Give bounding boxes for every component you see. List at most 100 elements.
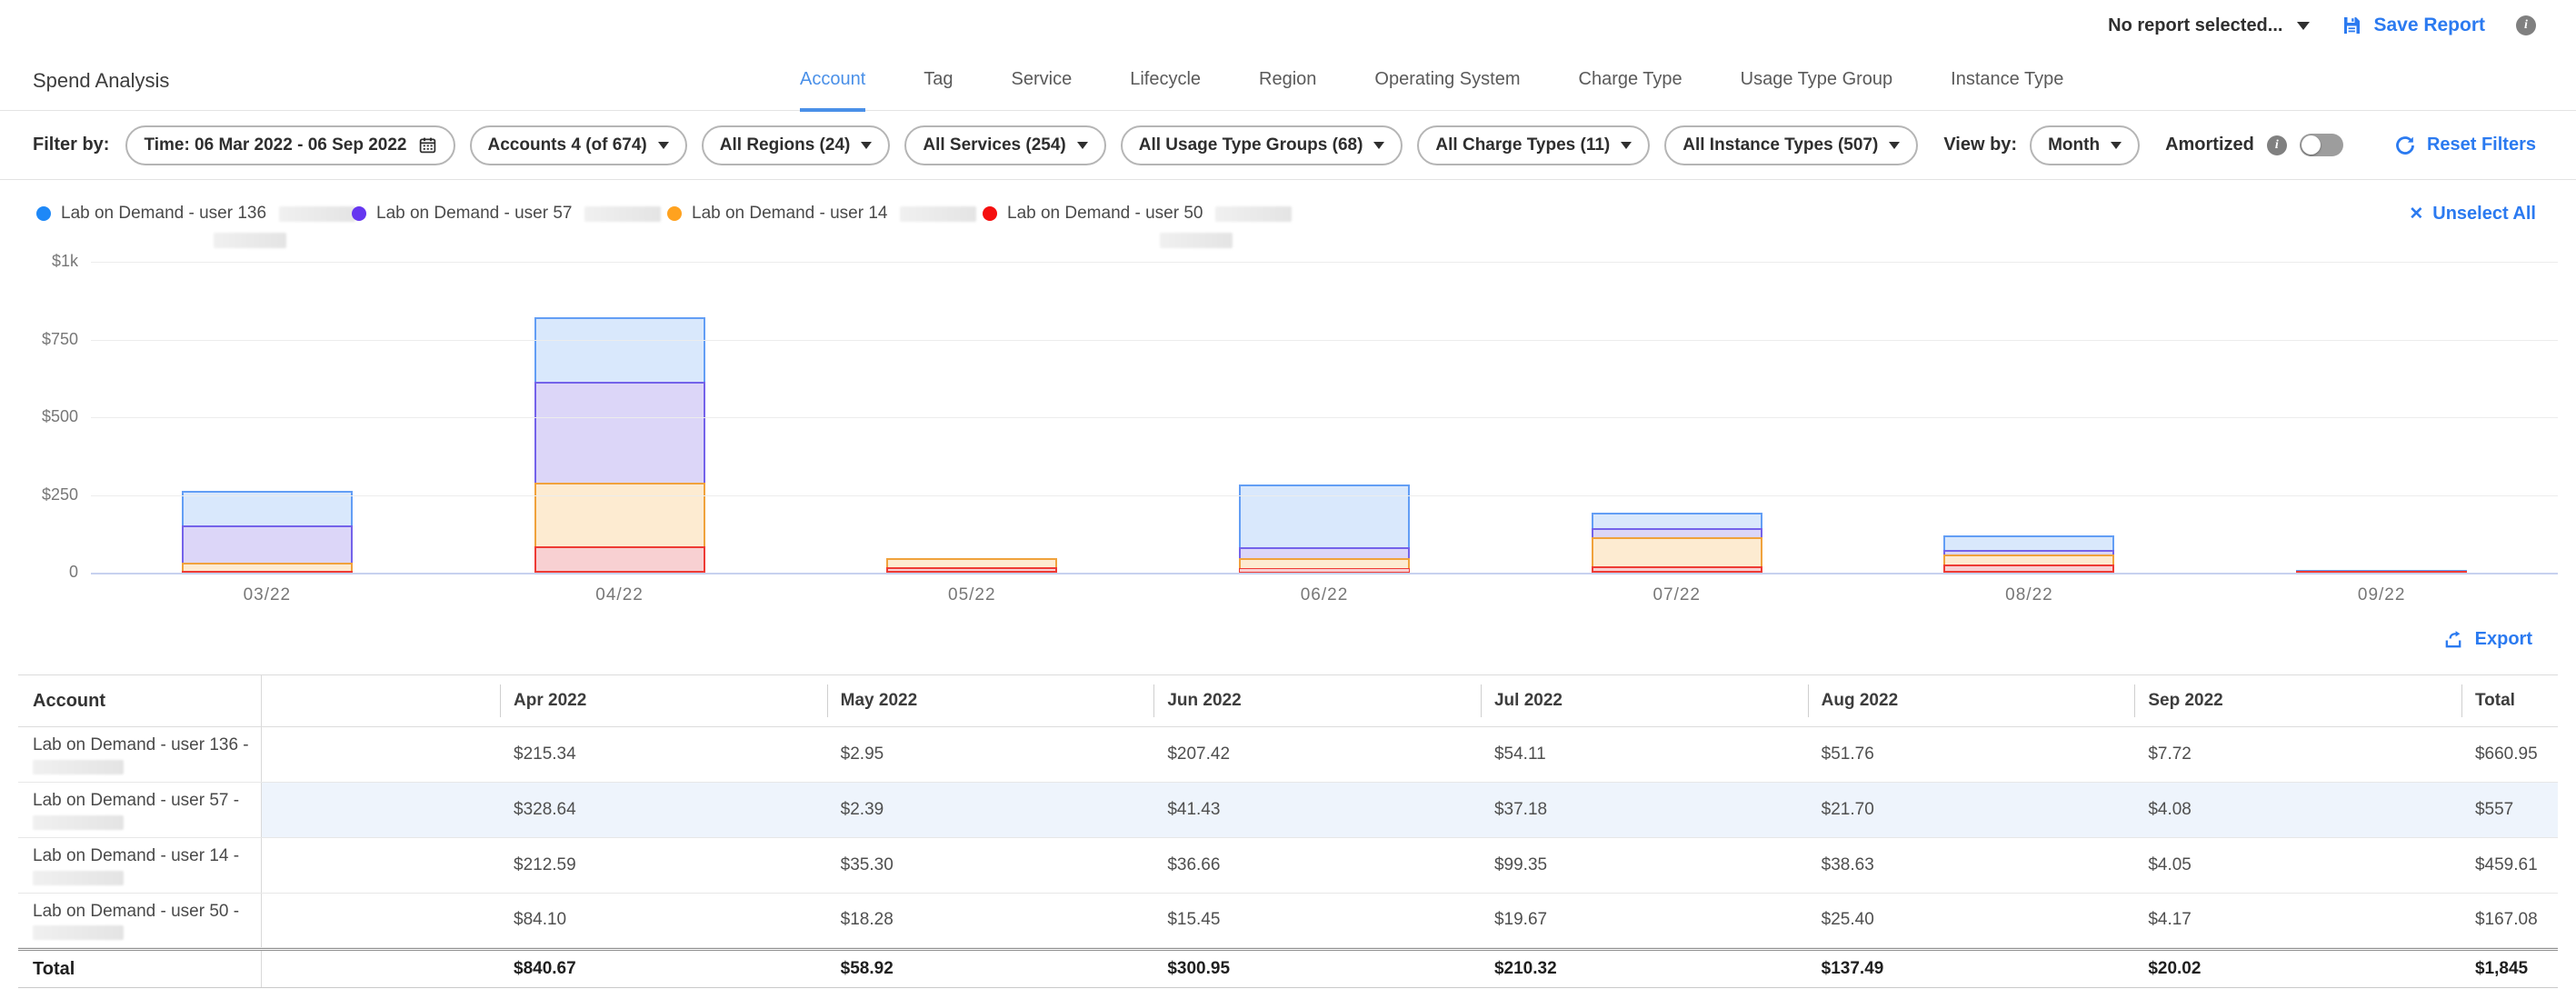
view-by-select[interactable]: Month bbox=[2030, 125, 2140, 165]
legend-label: Lab on Demand - user 57 bbox=[376, 204, 572, 224]
filter-pill[interactable]: All Instance Types (507) bbox=[1664, 125, 1918, 165]
x-axis-label: 07/22 bbox=[1501, 585, 1853, 605]
table-cell: $2.95 bbox=[827, 727, 1154, 782]
reset-filters-button[interactable]: Reset Filters bbox=[2394, 135, 2536, 156]
spend-table: AccountApr 2022May 2022Jun 2022Jul 2022A… bbox=[18, 674, 2558, 988]
legend-item[interactable]: Lab on Demand - user 136 bbox=[36, 204, 352, 224]
redacted-text bbox=[584, 206, 661, 222]
table-cell: $167.08 bbox=[2461, 894, 2558, 948]
tab-tag[interactable]: Tag bbox=[924, 51, 953, 112]
table-cell: $2.39 bbox=[827, 783, 1154, 837]
bar-segment[interactable] bbox=[534, 382, 705, 484]
table-cell: $4.08 bbox=[2134, 783, 2461, 837]
unselect-all-button[interactable]: ✕ Unselect All bbox=[2409, 204, 2536, 225]
bar-segment[interactable] bbox=[534, 546, 705, 573]
redacted-text bbox=[33, 925, 124, 940]
x-axis-label: 08/22 bbox=[1853, 585, 2206, 605]
toggle-knob bbox=[2301, 135, 2321, 155]
view-by-group: View by: Month bbox=[1943, 125, 2140, 165]
gridline bbox=[91, 417, 2558, 418]
tab-region[interactable]: Region bbox=[1259, 51, 1316, 112]
header-spacer bbox=[262, 675, 500, 726]
legend-item[interactable]: Lab on Demand - user 57 bbox=[352, 204, 667, 224]
table-cell: $557 bbox=[2461, 783, 2558, 837]
stacked-bar bbox=[1592, 513, 1762, 573]
info-icon[interactable]: i bbox=[2516, 15, 2536, 35]
stacked-bar bbox=[182, 491, 353, 573]
stacked-bar bbox=[886, 558, 1057, 573]
column-header: Apr 2022 bbox=[500, 684, 827, 717]
redacted-text bbox=[279, 206, 355, 222]
amortized-toggle[interactable] bbox=[2300, 134, 2343, 156]
save-report-button[interactable]: Save Report bbox=[2341, 15, 2485, 36]
legend-items: Lab on Demand - user 136 Lab on Demand - … bbox=[36, 204, 1298, 224]
row-spacer bbox=[262, 727, 500, 782]
table-cell: $54.11 bbox=[1481, 727, 1808, 782]
tab-instance-type[interactable]: Instance Type bbox=[1951, 51, 2063, 112]
filter-pill-label: All Charge Types (11) bbox=[1435, 135, 1610, 155]
filter-pill[interactable]: All Usage Type Groups (68) bbox=[1121, 125, 1403, 165]
table-cell: $99.35 bbox=[1481, 838, 1808, 893]
table-total-row: Total$840.67$58.92$300.95$210.32$137.49$… bbox=[18, 948, 2558, 988]
x-axis-label: 03/22 bbox=[91, 585, 444, 605]
export-button[interactable]: Export bbox=[2443, 629, 2532, 650]
legend-item[interactable]: Lab on Demand - user 14 bbox=[667, 204, 983, 224]
legend-item[interactable]: Lab on Demand - user 50 bbox=[983, 204, 1298, 224]
time-filter-pill[interactable]: Time: 06 Mar 2022 - 06 Sep 2022 bbox=[125, 125, 454, 165]
account-label: Lab on Demand - user 57 - bbox=[33, 791, 252, 811]
unselect-all-label: Unselect All bbox=[2432, 204, 2536, 225]
table-cell: $7.72 bbox=[2134, 727, 2461, 782]
filter-pill-label: All Regions (24) bbox=[720, 135, 851, 155]
export-row: Export bbox=[0, 613, 2576, 665]
filter-bar: Filter by: Time: 06 Mar 2022 - 06 Sep 20… bbox=[0, 111, 2576, 180]
title-row: Spend Analysis AccountTagServiceLifecycl… bbox=[0, 51, 2576, 111]
bar-segment[interactable] bbox=[1592, 566, 1762, 573]
filter-pill[interactable]: All Regions (24) bbox=[702, 125, 891, 165]
legend-dot bbox=[983, 206, 997, 221]
save-icon bbox=[2341, 15, 2362, 36]
filter-pill-label: All Instance Types (507) bbox=[1682, 135, 1878, 155]
column-header: Sep 2022 bbox=[2134, 684, 2461, 717]
filter-pill[interactable]: Accounts 4 (of 674) bbox=[470, 125, 687, 165]
table-row: Lab on Demand - user 50 -$84.10$18.28$15… bbox=[18, 894, 2558, 949]
row-spacer bbox=[262, 838, 500, 893]
chevron-down-icon bbox=[2297, 22, 2310, 30]
table-cell-total: $58.92 bbox=[827, 951, 1154, 987]
bar-segment[interactable] bbox=[534, 483, 705, 549]
filter-pill-label: All Services (254) bbox=[923, 135, 1065, 155]
amortized-label: Amortized bbox=[2165, 135, 2254, 155]
bar-segment[interactable] bbox=[1592, 537, 1762, 568]
column-header: Jun 2022 bbox=[1153, 684, 1481, 717]
table-cell: $84.10 bbox=[500, 894, 827, 948]
tab-operating-system[interactable]: Operating System bbox=[1374, 51, 1520, 112]
filter-pill[interactable]: All Charge Types (11) bbox=[1417, 125, 1650, 165]
table-cell: $37.18 bbox=[1481, 783, 1808, 837]
filter-pill[interactable]: All Services (254) bbox=[904, 125, 1105, 165]
gridline bbox=[91, 262, 2558, 263]
chevron-down-icon bbox=[1373, 142, 1384, 149]
chevron-down-icon bbox=[1077, 142, 1088, 149]
bar-segment[interactable] bbox=[534, 317, 705, 385]
y-axis-label: $500 bbox=[42, 407, 78, 426]
chart-legend: Lab on Demand - user 136 Lab on Demand - … bbox=[0, 180, 2576, 247]
tab-charge-type[interactable]: Charge Type bbox=[1579, 51, 1682, 112]
refresh-icon bbox=[2394, 135, 2416, 156]
bar-segment[interactable] bbox=[182, 491, 353, 527]
x-axis-label: 06/22 bbox=[1148, 585, 1501, 605]
y-axis-label: 0 bbox=[69, 563, 78, 582]
tab-lifecycle[interactable]: Lifecycle bbox=[1130, 51, 1201, 112]
info-icon[interactable]: i bbox=[2267, 135, 2287, 155]
column-header: Aug 2022 bbox=[1808, 684, 2135, 717]
bar-segment[interactable] bbox=[182, 525, 353, 564]
table-cell-total: $20.02 bbox=[2134, 951, 2461, 987]
tab-account[interactable]: Account bbox=[800, 51, 865, 112]
table-cell: $36.66 bbox=[1153, 838, 1481, 893]
tab-usage-type-group[interactable]: Usage Type Group bbox=[1741, 51, 1893, 112]
redacted-text bbox=[33, 815, 124, 830]
chevron-down-icon bbox=[1889, 142, 1900, 149]
column-header: May 2022 bbox=[827, 684, 1154, 717]
bar-segment[interactable] bbox=[1943, 564, 2114, 573]
tab-service[interactable]: Service bbox=[1012, 51, 1073, 112]
table-cell: $25.40 bbox=[1808, 894, 2135, 948]
report-selector[interactable]: No report selected... bbox=[2108, 15, 2310, 36]
